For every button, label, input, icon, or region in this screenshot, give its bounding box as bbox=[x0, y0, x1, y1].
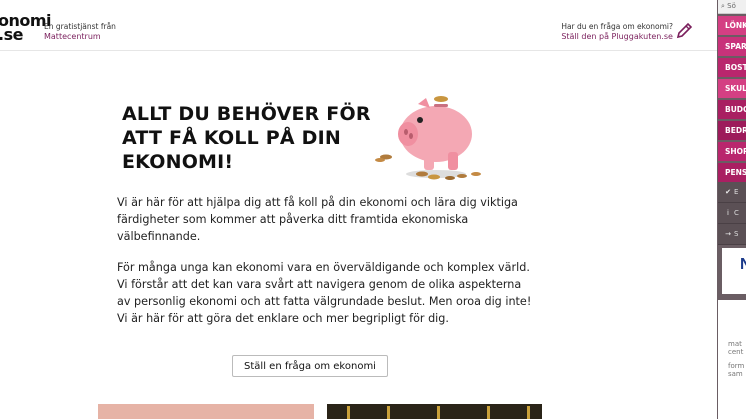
pluggakuten-link[interactable]: Ställ den på Pluggakuten.se bbox=[561, 32, 673, 42]
intro-paragraph-1: Vi är här för att hjälpa dig att få koll… bbox=[117, 196, 518, 243]
ask-question-button[interactable]: Ställ en fråga om ekonomi bbox=[232, 355, 388, 377]
sidebar-search-text: Sö bbox=[727, 2, 736, 10]
content-card-image-1[interactable] bbox=[98, 404, 314, 419]
pencil-icon[interactable] bbox=[675, 22, 693, 40]
sidebar-tab-1[interactable]: LÖNK bbox=[718, 16, 746, 35]
help-question-text: Har du en fråga om ekonomi? bbox=[561, 22, 673, 31]
hero-title: ALLT DU BEHÖVER FÖR ATT FÅ KOLL PÅ DIN E… bbox=[122, 103, 371, 173]
tagline: En gratistjänst från Mattecentrum bbox=[44, 22, 116, 42]
tagline-text: En gratistjänst från bbox=[44, 22, 116, 31]
sidebar-row-3[interactable]: → S bbox=[718, 224, 746, 245]
sidebar-tab-4[interactable]: SKUL bbox=[718, 79, 746, 98]
sidebar-footer: mat cent form sam bbox=[718, 300, 746, 419]
sidebar-row-1-text: E bbox=[734, 188, 739, 196]
sidebar-footer-text-2: form sam bbox=[728, 362, 745, 378]
sidebar-tab-3[interactable]: BOST bbox=[718, 58, 746, 77]
sidebar-tab-2[interactable]: SPAR bbox=[718, 37, 746, 56]
main-page: onomi .se En gratistjänst från Mattecent… bbox=[0, 0, 717, 419]
site-header: onomi .se En gratistjänst från Mattecent… bbox=[0, 0, 717, 51]
check-icon: ✔ bbox=[725, 188, 731, 196]
sidebar-logo-letter: N bbox=[740, 256, 746, 273]
hero-section: ALLT DU BEHÖVER FÖR ATT FÅ KOLL PÅ DIN E… bbox=[122, 102, 382, 174]
search-icon: ⌕ bbox=[721, 2, 725, 10]
sidebar-tab-5[interactable]: BUDG bbox=[718, 100, 746, 119]
sidebar-row-3-text: S bbox=[734, 230, 739, 238]
sidebar-tab-6[interactable]: BEDR bbox=[718, 121, 746, 140]
content-card-image-2[interactable] bbox=[327, 404, 542, 419]
help-question: Har du en fråga om ekonomi? Ställ den på… bbox=[561, 22, 673, 42]
sidebar-row-1[interactable]: ✔ E bbox=[718, 182, 746, 203]
sidebar-footer-text-1: mat cent bbox=[728, 340, 744, 356]
sidebar-search[interactable]: ⌕ Sö bbox=[718, 0, 746, 14]
sidebar-row-2-text: C bbox=[734, 209, 739, 217]
arrow-right-icon: → bbox=[725, 230, 731, 238]
sidebar-row-2[interactable]: iC bbox=[718, 203, 746, 224]
intro-paragraph-2: För många unga kan ekonomi vara en överv… bbox=[117, 261, 532, 325]
sidebar-tab-8[interactable]: PENS bbox=[718, 163, 746, 182]
sidebar-tabs: LÖNK SPAR BOST SKUL BUDG BEDR SHOP PENS bbox=[718, 16, 746, 184]
sidebar-tab-7[interactable]: SHOP bbox=[718, 142, 746, 161]
info-icon: i bbox=[727, 209, 729, 217]
sidebar-logo-box[interactable]: N bbox=[722, 248, 746, 294]
piggy-bank-illustration bbox=[375, 96, 481, 180]
tagline-org-link[interactable]: Mattecentrum bbox=[44, 32, 116, 42]
